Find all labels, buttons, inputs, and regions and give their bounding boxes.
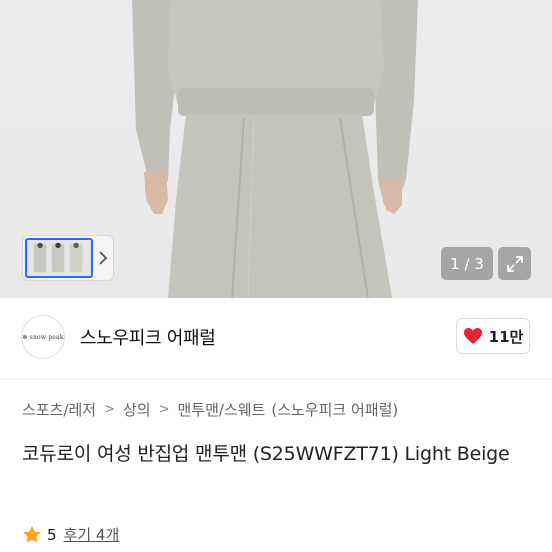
product-image-gallery[interactable]: 1 / 3 bbox=[0, 0, 552, 298]
chevron-right-icon: > bbox=[104, 402, 115, 417]
breadcrumb-brand[interactable]: (스노우피크 어패럴) bbox=[271, 399, 398, 420]
review-count-link[interactable]: 후기 4개 bbox=[64, 524, 120, 545]
like-count: 11만 bbox=[488, 327, 524, 346]
thumbnail-image[interactable] bbox=[25, 238, 93, 278]
expand-arrows-icon bbox=[506, 255, 523, 272]
chevron-right-icon[interactable] bbox=[93, 238, 113, 278]
thumbnail-strip[interactable] bbox=[22, 235, 114, 281]
breadcrumb-item-tops[interactable]: 상의 bbox=[123, 399, 151, 420]
star-icon bbox=[23, 525, 41, 543]
breadcrumb-item-sports[interactable]: 스포츠/레저 bbox=[22, 399, 96, 420]
chevron-right-icon: > bbox=[158, 402, 170, 417]
shop-name[interactable]: 스노우피크 어패럴 bbox=[80, 324, 216, 350]
rating-row: 5 후기 4개 bbox=[22, 524, 119, 545]
like-button[interactable]: 11만 bbox=[456, 318, 530, 354]
expand-image-button[interactable] bbox=[498, 247, 531, 280]
shop-logo[interactable]: ✻ snow peak bbox=[21, 315, 65, 359]
image-page-counter: 1 / 3 bbox=[441, 247, 493, 280]
breadcrumb-item-sweatshirts[interactable]: 맨투맨/스웨트 bbox=[177, 399, 265, 420]
product-title: 코듀로이 여성 반집업 맨투맨 (S25WWFZT71) Light Beige bbox=[22, 443, 510, 465]
rating-score: 5 bbox=[47, 525, 57, 544]
shop-info-row: ✻ snow peak 스노우피크 어패럴 11만 bbox=[0, 298, 552, 380]
breadcrumb: 스포츠/레저 > 상의 > 맨투맨/스웨트 (스노우피크 어패럴) bbox=[22, 399, 398, 420]
heart-icon bbox=[463, 328, 482, 344]
